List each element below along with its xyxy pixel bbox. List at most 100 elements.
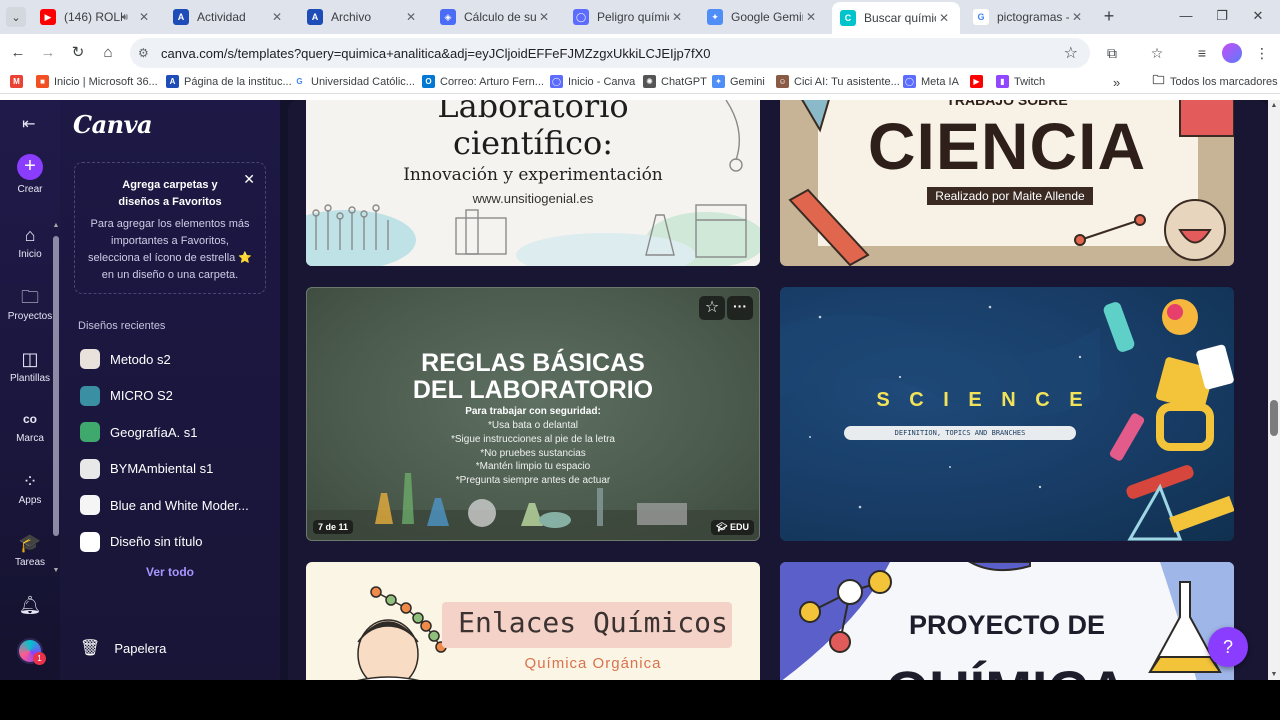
back-icon[interactable]: ←: [8, 43, 28, 63]
page-scrollbar[interactable]: ▲ ▼: [1268, 100, 1280, 680]
bookmark-item[interactable]: O Correo: Arturo Fern...: [422, 75, 544, 88]
notifications-button[interactable]: 🔔︎: [0, 594, 60, 619]
tab-close-icon[interactable]: ✕: [403, 10, 419, 24]
maximize-icon[interactable]: ❐: [1212, 8, 1232, 24]
url-text[interactable]: canva.com/s/templates?query=quimica+anal…: [161, 46, 711, 61]
close-window-icon[interactable]: ✕: [1248, 8, 1268, 24]
bookmark-item[interactable]: ◯ Inicio - Canva: [550, 75, 635, 88]
tab-label: Actividad: [197, 10, 246, 24]
rail-item-proyectos[interactable]: 🗀 Proyectos: [0, 286, 60, 322]
recent-design-item[interactable]: Blue and White Moder...: [80, 492, 270, 518]
create-button[interactable]: +: [17, 154, 43, 180]
tab-active[interactable]: C Buscar química a✕: [832, 2, 960, 34]
recent-design-item[interactable]: BYMAmbiental s1: [80, 456, 270, 482]
bookmarks-overflow-button[interactable]: »: [1113, 75, 1120, 90]
tab-close-icon[interactable]: ✕: [136, 10, 152, 24]
bookmark-item[interactable]: ☺ Cici AI: Tu asistente...: [776, 75, 900, 88]
bookmark-item[interactable]: G Universidad Católic...: [293, 75, 415, 88]
tab-close-icon[interactable]: ✕: [1069, 10, 1085, 24]
tab[interactable]: Gpictogramas - B✕: [965, 4, 1093, 30]
bookmark-item[interactable]: A Página de la instituc...: [166, 75, 292, 88]
bookmark-item[interactable]: ✺ ChatGPT: [643, 75, 707, 88]
collapse-menu-icon[interactable]: ⇤: [22, 114, 35, 134]
chrome-menu-icon[interactable]: ⋮: [1252, 43, 1272, 63]
bookmark-label: ChatGPT: [661, 75, 707, 88]
help-button[interactable]: ?: [1208, 627, 1248, 667]
bookmark-favicon-icon: ✺: [643, 75, 656, 88]
card-title: REGLAS BÁSICAS DEL LABORATORIO: [412, 349, 654, 404]
tab-close-icon[interactable]: ✕: [669, 10, 685, 24]
rail-item-label: Plantillas: [9, 373, 51, 384]
profile-avatar[interactable]: [1222, 43, 1242, 63]
bookmark-item[interactable]: ◯ Meta IA: [903, 75, 959, 88]
tab-favicon-icon: A: [307, 9, 323, 25]
canva-logo[interactable]: Canva: [73, 110, 153, 139]
template-card[interactable]: Enlaces Químicos Química Orgánica: [306, 562, 760, 680]
tab[interactable]: A Archivo ✕: [299, 4, 427, 30]
tab-search-icon[interactable]: ⌄: [6, 7, 26, 27]
tab-strip: ⌄ ▶ (146) ROLDA🔊︎ ✕ A Actividad ✕ A Archivo ✕ ◈ Cá…: [0, 0, 1280, 34]
recent-design-item[interactable]: Metodo s2: [80, 346, 270, 372]
bookmark-item[interactable]: ▮ Twitch: [996, 75, 1045, 88]
tab[interactable]: ◯ Peligro químico✕: [565, 4, 693, 30]
graduation-icon: 🎓: [18, 533, 42, 553]
home-icon[interactable]: ⌂: [98, 43, 118, 63]
tab-audio-icon[interactable]: 🔊︎: [122, 12, 128, 23]
bookmark-star-icon[interactable]: ☆: [1064, 43, 1078, 63]
tab[interactable]: A Actividad ✕: [165, 4, 293, 30]
more-options-icon[interactable]: ···: [727, 296, 753, 320]
new-tab-button[interactable]: +: [1098, 7, 1120, 27]
close-icon[interactable]: ✕: [243, 171, 255, 188]
tab[interactable]: ✦ Google Gemini✕: [699, 4, 827, 30]
tab-close-icon[interactable]: ✕: [269, 10, 285, 24]
template-card[interactable]: S C I E N C E DEFINITION, TOPICS AND BRA…: [780, 287, 1234, 541]
all-bookmarks[interactable]: 🗀 Todos los marcadores: [1152, 73, 1277, 88]
tab[interactable]: ▶ (146) ROLDA🔊︎ ✕: [32, 4, 160, 30]
card-subtitle: Química Orgánica: [524, 655, 662, 672]
see-all-link[interactable]: Ver todo: [60, 565, 280, 579]
create-label[interactable]: Crear: [0, 184, 60, 195]
rail-item-tareas[interactable]: 🎓 Tareas: [0, 532, 60, 568]
promo-title: Agrega carpetas y diseños a Favoritos: [118, 179, 222, 208]
forward-icon[interactable]: →: [38, 43, 58, 63]
template-card[interactable]: TRABAJO SOBRE CIENCIA Realizado por Mait…: [780, 100, 1234, 266]
card-title: Laboratorio científico:: [437, 100, 629, 162]
page-scroll-thumb[interactable]: [1270, 400, 1278, 436]
bookmark-item[interactable]: ✦ Gemini: [712, 75, 765, 88]
rail-item-label: Marca: [16, 433, 44, 444]
rail-item-plantillas[interactable]: ◫ Plantillas: [0, 348, 60, 384]
trash-icon: 🗑︎: [80, 640, 101, 657]
rail-item-apps[interactable]: ⁘ Apps: [0, 470, 60, 506]
templates-icon: ◫: [21, 349, 39, 369]
rail-item-marca[interactable]: co Marca: [0, 408, 60, 444]
minimize-icon[interactable]: —: [1176, 8, 1196, 23]
address-bar[interactable]: ⚙ canva.com/s/templates?query=quimica+an…: [130, 38, 1090, 68]
recent-design-item[interactable]: MICRO S2: [80, 383, 270, 409]
bookmark-item[interactable]: ■ Inicio | Microsoft 36...: [36, 75, 158, 88]
template-card[interactable]: Laboratorio científico: Innovación y exp…: [306, 100, 760, 266]
template-card[interactable]: PROYECTO DE QUÍMICA: [780, 562, 1234, 680]
template-card-hovered[interactable]: REGLAS BÁSICAS DEL LABORATORIO Para trab…: [306, 287, 760, 541]
favorites-icon[interactable]: ☆: [1147, 43, 1167, 63]
media-controls-icon[interactable]: ≡: [1192, 43, 1212, 63]
rule-line: *Usa bata o delantal: [487, 420, 579, 431]
tab-close-icon[interactable]: ✕: [936, 11, 952, 25]
rail-scroll-thumb[interactable]: [53, 236, 59, 536]
bookmark-item[interactable]: ▶: [970, 75, 988, 88]
star-icon[interactable]: ☆: [699, 296, 725, 320]
card-title-large: QUÍMICA: [780, 658, 1234, 680]
tab-close-icon[interactable]: ✕: [803, 10, 819, 24]
recent-design-item[interactable]: Diseño sin título: [80, 529, 270, 555]
rail-scrollbar[interactable]: ▲ ▼: [52, 222, 60, 574]
bookmark-item[interactable]: M: [10, 75, 28, 88]
site-info-icon[interactable]: ⚙: [138, 46, 149, 60]
tab-close-icon[interactable]: ✕: [536, 10, 552, 24]
reload-icon[interactable]: ↻: [68, 43, 88, 63]
bookmark-label: Inicio | Microsoft 36...: [54, 75, 158, 88]
card-title: S C I E N C E: [876, 389, 1090, 411]
trash-button[interactable]: 🗑︎ Papelera: [80, 638, 166, 658]
recent-design-item[interactable]: GeografíaA. s1: [80, 419, 270, 445]
tab[interactable]: ◈ Cálculo de subm✕: [432, 4, 560, 30]
extensions-icon[interactable]: ⧉: [1102, 43, 1122, 63]
rail-item-inicio[interactable]: ⌂ Inicio: [0, 224, 60, 260]
